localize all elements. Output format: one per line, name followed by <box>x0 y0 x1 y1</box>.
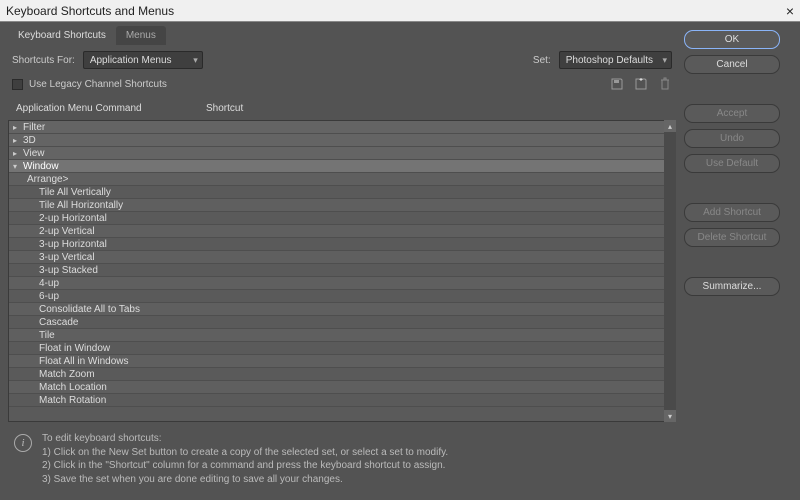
window-title: Keyboard Shortcuts and Menus <box>6 4 174 18</box>
help-panel: i To edit keyboard shortcuts: 1) Click o… <box>8 422 676 492</box>
list-item[interactable]: Match Zoom <box>9 368 675 381</box>
item-arrange[interactable]: Arrange> <box>9 173 675 186</box>
list-item[interactable]: Match Location <box>9 381 675 394</box>
summarize-button[interactable]: Summarize... <box>684 277 780 296</box>
list-item[interactable]: 6-up <box>9 290 675 303</box>
list-item[interactable]: Tile All Vertically <box>9 186 675 199</box>
legacy-row: Use Legacy Channel Shortcuts <box>8 75 676 97</box>
legacy-checkbox[interactable] <box>12 79 23 90</box>
section-view[interactable]: ▸View <box>9 147 675 160</box>
list-item[interactable]: 3-up Vertical <box>9 251 675 264</box>
scroll-down-icon[interactable]: ▾ <box>664 410 676 422</box>
list-item[interactable]: Tile All Horizontally <box>9 199 675 212</box>
tab-keyboard-shortcuts[interactable]: Keyboard Shortcuts <box>8 26 116 45</box>
help-text: To edit keyboard shortcuts: 1) Click on … <box>42 432 448 486</box>
new-set-icon[interactable] <box>634 77 648 91</box>
list-item[interactable]: 3-up Horizontal <box>9 238 675 251</box>
list-item[interactable]: 2-up Horizontal <box>9 212 675 225</box>
side-buttons: OK Cancel Accept Undo Use Default Add Sh… <box>684 22 800 500</box>
undo-button[interactable]: Undo <box>684 129 780 148</box>
chevron-right-icon: ▸ <box>9 123 21 132</box>
command-list-wrap: ▸Filter ▸3D ▸View ▾Window Arrange> Tile … <box>8 120 676 422</box>
shortcuts-for-select[interactable]: Application Menus <box>83 51 203 69</box>
shortcuts-for-label: Shortcuts For: <box>12 55 75 66</box>
list-item[interactable]: Tile <box>9 329 675 342</box>
cancel-button[interactable]: Cancel <box>684 55 780 74</box>
list-item[interactable]: Match Rotation <box>9 394 675 407</box>
info-icon: i <box>14 434 32 452</box>
titlebar: Keyboard Shortcuts and Menus × <box>0 0 800 22</box>
list-item[interactable]: 2-up Vertical <box>9 225 675 238</box>
list-item[interactable]: 3-up Stacked <box>9 264 675 277</box>
column-headers: Application Menu Command Shortcut <box>8 97 676 120</box>
chevron-right-icon: ▸ <box>9 136 21 145</box>
close-icon[interactable]: × <box>786 3 794 19</box>
scroll-up-icon[interactable]: ▴ <box>664 120 676 132</box>
add-shortcut-button[interactable]: Add Shortcut <box>684 203 780 222</box>
delete-shortcut-button[interactable]: Delete Shortcut <box>684 228 780 247</box>
controls-row: Shortcuts For: Application Menus Set: Ph… <box>8 45 676 75</box>
list-item[interactable]: 4-up <box>9 277 675 290</box>
section-filter[interactable]: ▸Filter <box>9 121 675 134</box>
set-label: Set: <box>533 55 551 66</box>
save-set-icon[interactable] <box>610 77 624 91</box>
ok-button[interactable]: OK <box>684 30 780 49</box>
command-list[interactable]: ▸Filter ▸3D ▸View ▾Window Arrange> Tile … <box>8 120 676 422</box>
accept-button[interactable]: Accept <box>684 104 780 123</box>
list-item[interactable]: Float in Window <box>9 342 675 355</box>
legacy-label: Use Legacy Channel Shortcuts <box>29 79 167 90</box>
use-default-button[interactable]: Use Default <box>684 154 780 173</box>
main-panel: Keyboard Shortcuts Menus Shortcuts For: … <box>0 22 684 500</box>
delete-set-icon[interactable] <box>658 77 672 91</box>
section-3d[interactable]: ▸3D <box>9 134 675 147</box>
col-command: Application Menu Command <box>16 103 206 114</box>
set-toolbar <box>610 77 672 91</box>
scrollbar[interactable]: ▴ ▾ <box>664 120 676 422</box>
tab-menus[interactable]: Menus <box>116 26 166 45</box>
list-item[interactable]: Consolidate All to Tabs <box>9 303 675 316</box>
tab-bar: Keyboard Shortcuts Menus <box>8 26 676 45</box>
section-window[interactable]: ▾Window <box>9 160 675 173</box>
dialog-body: Keyboard Shortcuts Menus Shortcuts For: … <box>0 22 800 500</box>
list-item[interactable]: Cascade <box>9 316 675 329</box>
chevron-right-icon: ▸ <box>9 149 21 158</box>
chevron-down-icon: ▾ <box>9 162 21 171</box>
list-item[interactable]: Float All in Windows <box>9 355 675 368</box>
col-shortcut: Shortcut <box>206 103 243 114</box>
set-select[interactable]: Photoshop Defaults <box>559 51 672 69</box>
